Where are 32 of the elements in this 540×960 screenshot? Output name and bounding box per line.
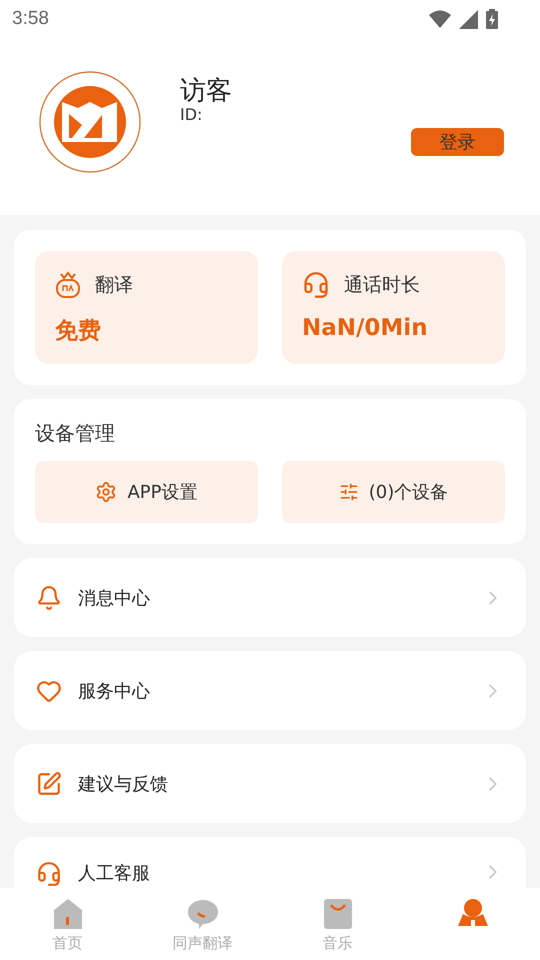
stat-label: 翻译 — [95, 273, 133, 298]
stat-value: NaN/0Min — [302, 315, 429, 341]
status-time: 3:58 — [12, 8, 49, 30]
home-icon — [52, 898, 82, 930]
menu-label: 消息中心 — [78, 586, 151, 610]
menu-row[interactable]: 建议与反馈 — [14, 744, 526, 823]
menu-label: 人工客服 — [78, 862, 151, 885]
sliders-icon — [338, 482, 359, 502]
signal-icon — [459, 10, 478, 28]
bell-icon — [36, 584, 62, 610]
menu-row[interactable]: 服务中心 — [14, 651, 526, 730]
section-title: 设备管理 — [35, 420, 116, 447]
login-button[interactable]: 登录 — [411, 128, 504, 156]
user-id-label: ID: — [180, 106, 204, 124]
stat-label: 通话时长 — [344, 273, 420, 298]
chat-bubble-icon — [186, 898, 218, 930]
settings-icon — [95, 481, 118, 503]
shopping-bag-icon — [322, 898, 352, 930]
translate-bag-icon — [55, 271, 81, 299]
agent-headset-icon — [302, 271, 330, 299]
stat-value: 免费 — [55, 317, 102, 346]
headset-icon — [36, 861, 62, 887]
menu-label: 服务中心 — [78, 680, 151, 702]
device-button[interactable]: APP设置 — [35, 461, 258, 523]
battery-icon — [486, 9, 498, 29]
user-name: 访客 — [180, 76, 233, 106]
edit-icon — [36, 770, 62, 796]
device-button[interactable]: (0)个设备 — [282, 461, 505, 523]
wifi-icon — [429, 10, 451, 28]
menu-label: 建议与反馈 — [78, 772, 169, 796]
menu-row[interactable]: 人工客服 — [14, 837, 526, 888]
menu-row[interactable]: 消息中心 — [14, 558, 526, 637]
